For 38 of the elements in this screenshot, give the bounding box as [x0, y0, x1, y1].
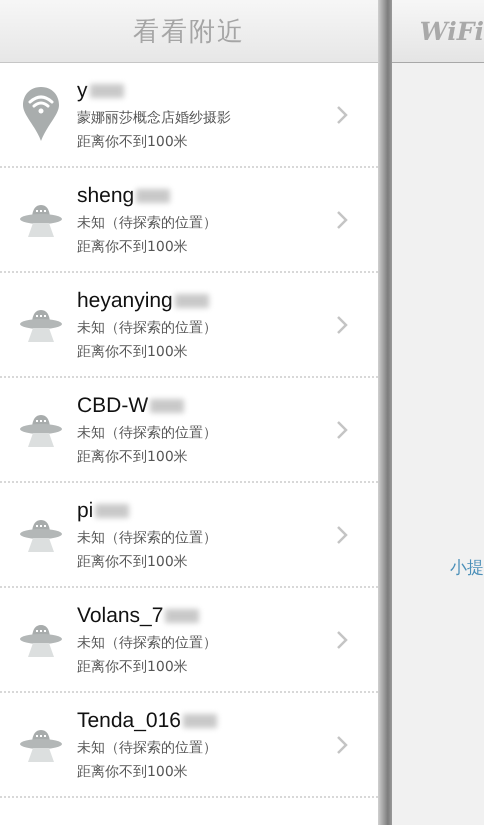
header-title: WiFi [420, 16, 484, 46]
network-name: CBD-W [77, 394, 148, 418]
redaction-blur [90, 84, 124, 98]
location-text: 未知（待探索的位置） [77, 738, 218, 756]
header-title: 看看附近 [133, 16, 245, 48]
redaction-blur [174, 294, 209, 308]
distance-text: 距离你不到100米 [77, 342, 189, 360]
location-text: 未知（待探索的位置） [77, 424, 218, 442]
location-text: 未知（待探索的位置） [77, 214, 218, 232]
redaction-blur [182, 714, 217, 728]
network-name: pi [77, 498, 94, 522]
distance-text: 距离你不到100米 [77, 132, 189, 150]
chevron-icon [336, 630, 348, 650]
chevron-icon [336, 524, 348, 544]
distance-text: 距离你不到100米 [77, 552, 189, 570]
chevron-icon [336, 734, 348, 754]
network-name: y [77, 78, 88, 102]
distance-text: 距离你不到100米 [77, 448, 189, 466]
chevron-icon [336, 104, 348, 124]
network-name: Volans_7 [77, 604, 164, 628]
distance-text: 距离你不到100米 [77, 658, 189, 676]
redaction-blur [136, 188, 170, 202]
network-name: heyanying [77, 288, 173, 312]
distance-text: 距离你不到100米 [77, 238, 189, 256]
network-name: sheng [77, 184, 134, 208]
redaction-blur [95, 504, 130, 518]
location-text: 未知（待探索的位置） [77, 318, 218, 336]
chevron-icon [336, 420, 348, 440]
redaction-blur [150, 398, 184, 412]
network-name: Tenda_016 [77, 708, 181, 732]
distance-text: 距离你不到100米 [77, 762, 189, 780]
location-text: 蒙娜丽莎概念店婚纱摄影 [77, 108, 232, 126]
location-text: 未知（待探索的位置） [77, 528, 218, 546]
location-text: 未知（待探索的位置） [77, 634, 218, 652]
redaction-blur [165, 608, 200, 622]
chevron-icon [336, 210, 348, 230]
network-list-item[interactable]: y 蒙娜丽莎概念店婚纱摄影 距离你不到100米 [0, 63, 378, 168]
chevron-icon [336, 314, 348, 334]
